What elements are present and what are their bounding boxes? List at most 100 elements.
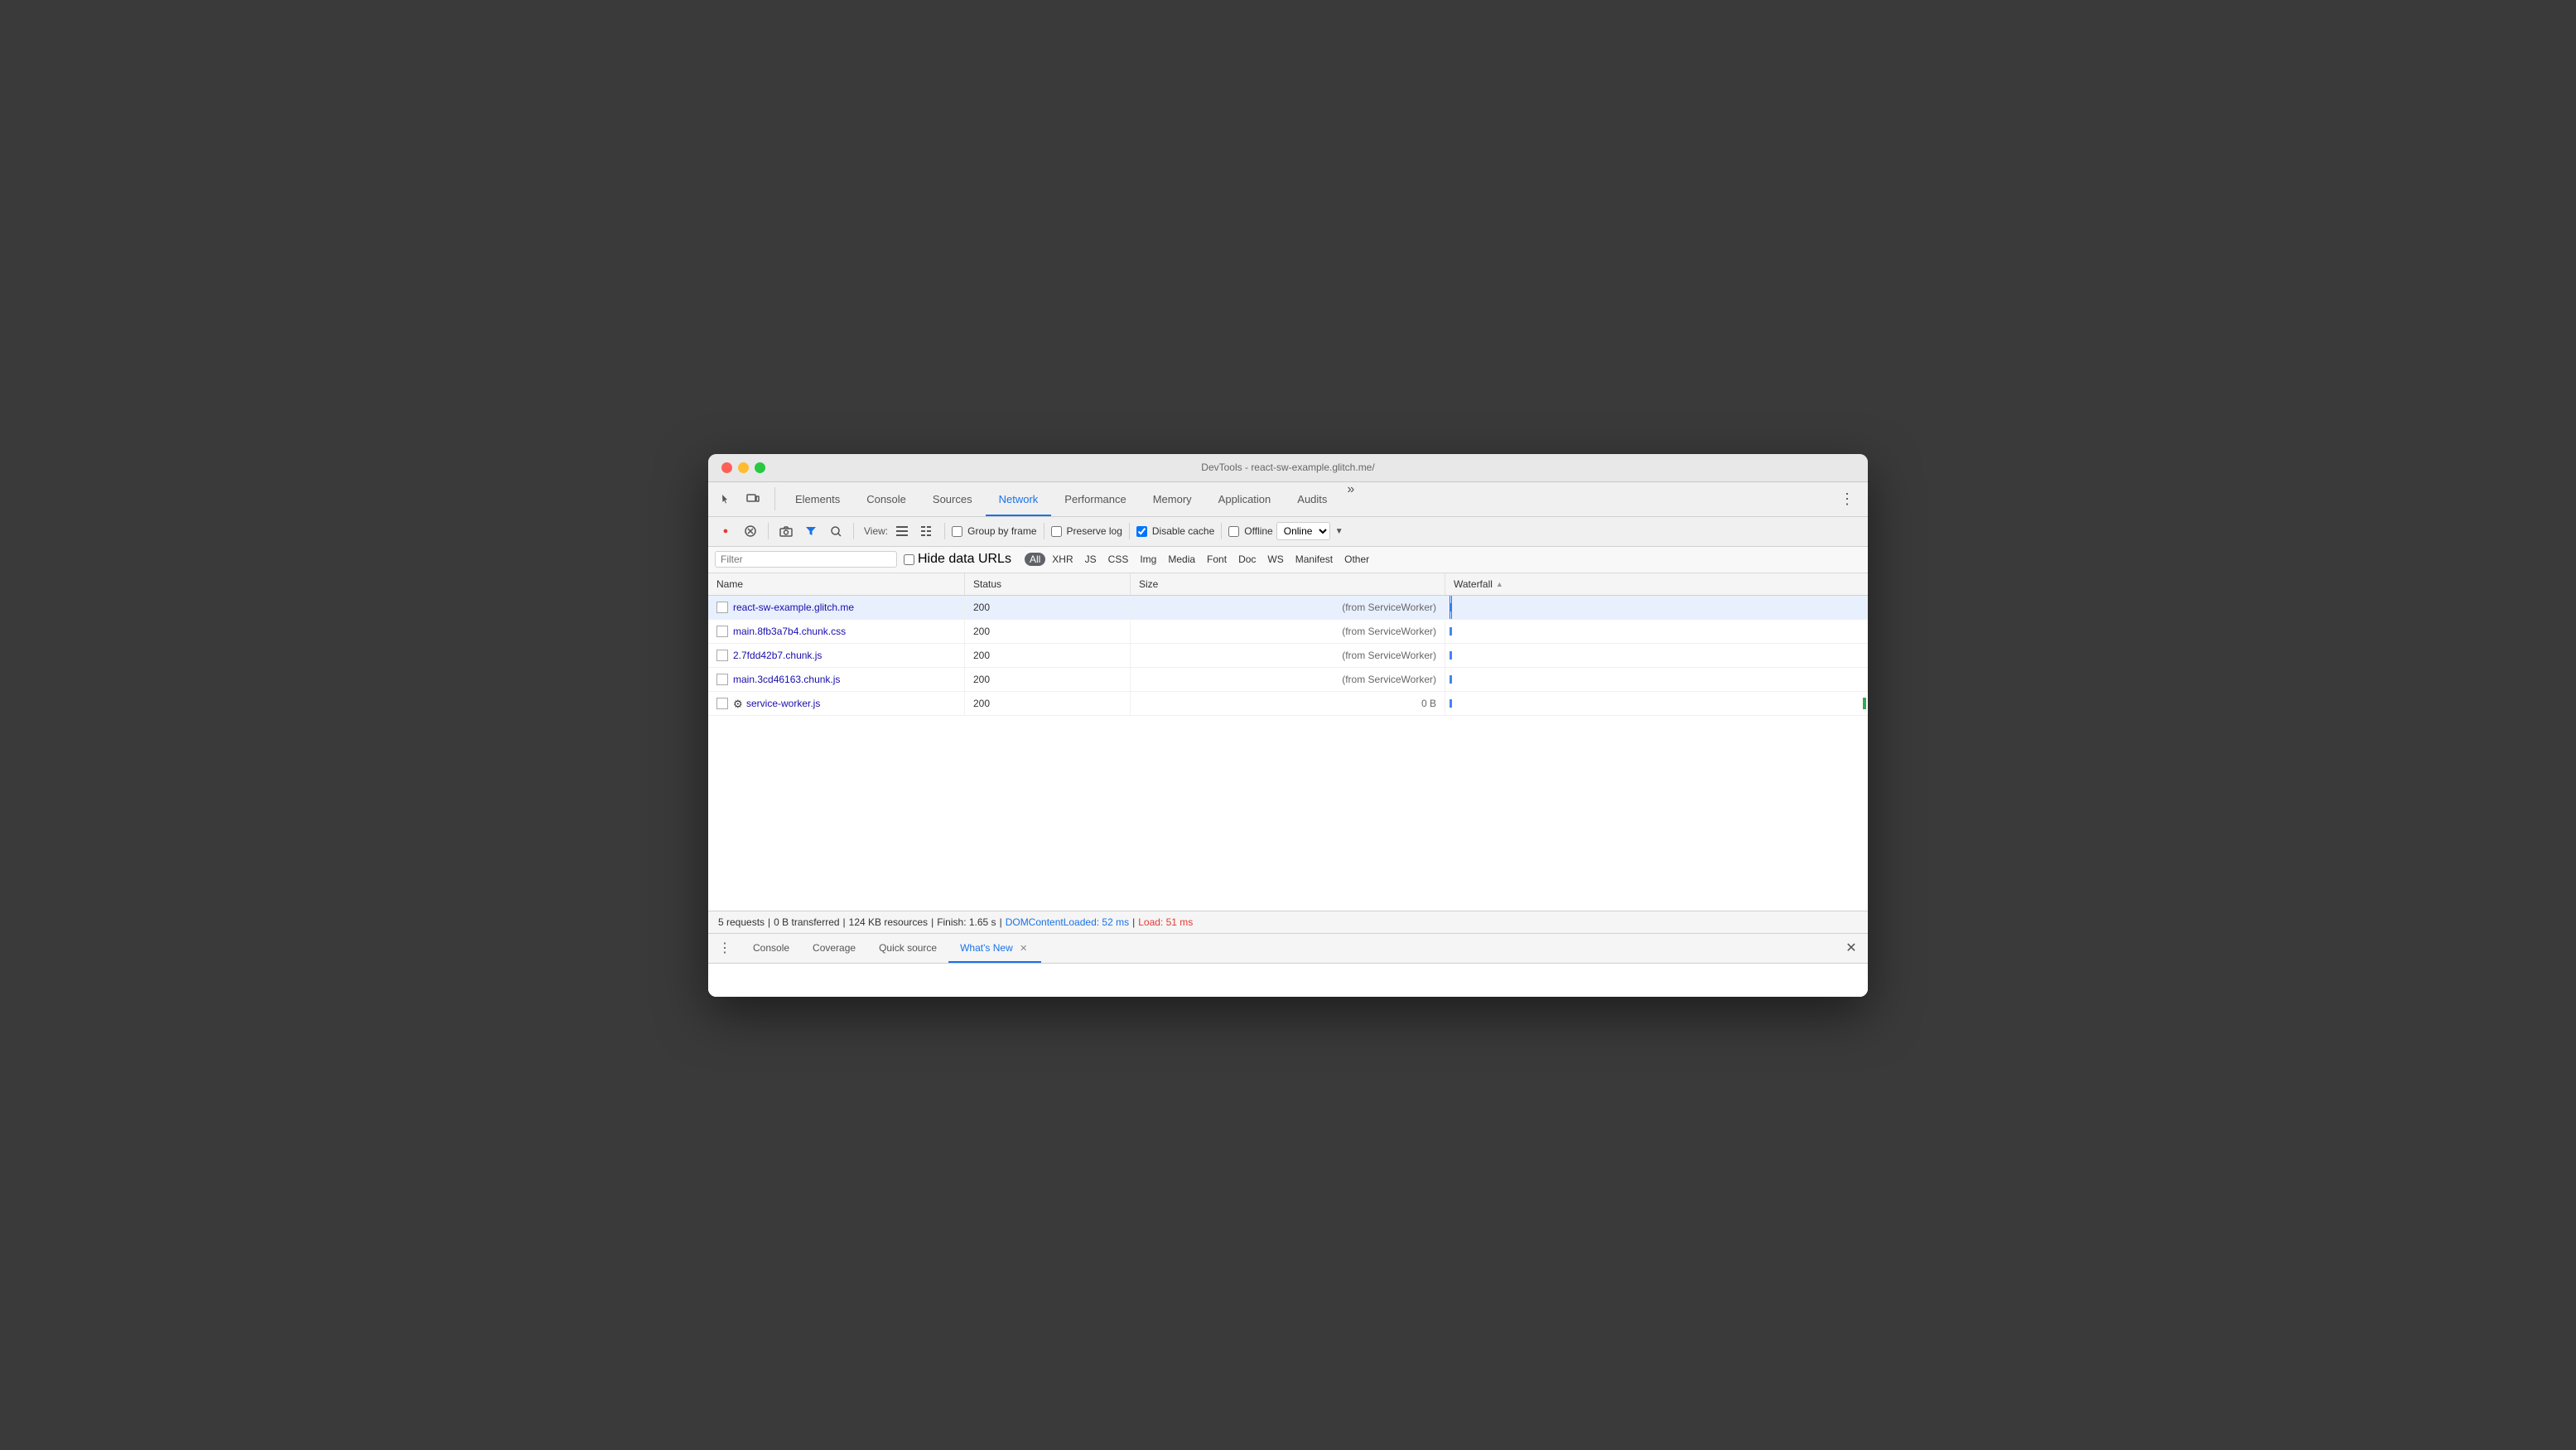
table-row[interactable]: main.8fb3a7b4.chunk.css 200 (from Servic… <box>708 620 1868 644</box>
cursor-icon-btn[interactable] <box>715 487 738 510</box>
devtools-body: Elements Console Sources Network Perform… <box>708 482 1868 997</box>
nav-tabs: Elements Console Sources Network Perform… <box>782 482 1833 516</box>
status-domcontent[interactable]: DOMContentLoaded: 52 ms <box>1006 916 1129 928</box>
filter-input-wrap <box>715 551 897 568</box>
header-size[interactable]: Size <box>1131 573 1445 595</box>
file-icon-1 <box>716 626 728 637</box>
tab-sources[interactable]: Sources <box>919 482 986 516</box>
list-view-button[interactable] <box>891 520 913 542</box>
filter-input[interactable] <box>721 553 891 565</box>
group-by-frame-checkbox[interactable] <box>952 526 962 537</box>
offline-checkbox[interactable] <box>1228 526 1239 537</box>
hide-data-urls-group: Hide data URLs <box>904 552 1011 567</box>
tab-performance[interactable]: Performance <box>1051 482 1139 516</box>
preserve-log-group: Preserve log <box>1051 525 1122 537</box>
tab-audits[interactable]: Audits <box>1284 482 1340 516</box>
offline-label[interactable]: Offline <box>1244 525 1272 537</box>
drawer-tab-console[interactable]: Console <box>741 934 801 963</box>
file-icon-2 <box>716 650 728 661</box>
traffic-lights <box>721 462 765 473</box>
toolbar-divider-3 <box>944 523 945 539</box>
device-icon-btn[interactable] <box>741 487 765 510</box>
tab-elements[interactable]: Elements <box>782 482 853 516</box>
throttle-select[interactable]: Online <box>1276 522 1330 540</box>
cell-size-2: (from ServiceWorker) <box>1131 644 1445 667</box>
cell-status-4: 200 <box>965 692 1131 715</box>
filter-type-xhr[interactable]: XHR <box>1047 553 1078 566</box>
throttle-dropdown-arrow: ▼ <box>1335 527 1343 536</box>
filter-types: All XHR JS CSS Img Media Font Doc WS Man… <box>1025 553 1861 566</box>
header-name[interactable]: Name <box>708 573 965 595</box>
minimize-button[interactable] <box>738 462 749 473</box>
file-icon-4 <box>716 698 728 709</box>
table-row[interactable]: ⚙ service-worker.js 200 0 B <box>708 692 1868 716</box>
nav-more-btn[interactable]: » <box>1340 482 1361 516</box>
filter-type-manifest[interactable]: Manifest <box>1290 553 1338 566</box>
camera-button[interactable] <box>775 520 797 542</box>
status-resources: 124 KB resources <box>849 916 928 928</box>
hide-data-urls-checkbox[interactable] <box>904 554 914 565</box>
waterfall-green-tick <box>1863 698 1866 709</box>
header-status[interactable]: Status <box>965 573 1131 595</box>
filter-type-all[interactable]: All <box>1025 553 1045 566</box>
offline-group: Offline <box>1228 525 1272 537</box>
filter-type-media[interactable]: Media <box>1163 553 1200 566</box>
tab-console[interactable]: Console <box>853 482 919 516</box>
drawer-tab-coverage[interactable]: Coverage <box>801 934 867 963</box>
toolbar-divider-6 <box>1221 523 1222 539</box>
drawer-menu-button[interactable]: ⋮ <box>715 938 735 958</box>
disable-cache-checkbox[interactable] <box>1136 526 1147 537</box>
cell-waterfall-2 <box>1445 644 1868 667</box>
cell-size-1: (from ServiceWorker) <box>1131 620 1445 643</box>
tab-application[interactable]: Application <box>1205 482 1285 516</box>
clear-button[interactable] <box>740 520 761 542</box>
waterfall-bar-1 <box>1450 627 1452 636</box>
drawer-content <box>708 964 1868 997</box>
cell-status-2: 200 <box>965 644 1131 667</box>
drawer-tab-close-icon[interactable]: ✕ <box>1018 942 1030 954</box>
cell-waterfall-3 <box>1445 668 1868 691</box>
filter-type-other[interactable]: Other <box>1339 553 1374 566</box>
filter-type-doc[interactable]: Doc <box>1233 553 1261 566</box>
filter-type-ws[interactable]: WS <box>1262 553 1288 566</box>
title-bar: DevTools - react-sw-example.glitch.me/ <box>708 454 1868 482</box>
toolbar-divider-1 <box>768 523 769 539</box>
filter-type-css[interactable]: CSS <box>1103 553 1134 566</box>
group-by-frame-label[interactable]: Group by frame <box>967 525 1036 537</box>
tab-memory[interactable]: Memory <box>1140 482 1205 516</box>
status-load[interactable]: Load: 51 ms <box>1138 916 1193 928</box>
cell-waterfall-0 <box>1445 596 1868 619</box>
filter-type-js[interactable]: JS <box>1080 553 1102 566</box>
waterfall-bar-3 <box>1450 675 1452 684</box>
preserve-log-checkbox[interactable] <box>1051 526 1062 537</box>
toolbar-divider-5 <box>1129 523 1130 539</box>
cell-status-1: 200 <box>965 620 1131 643</box>
header-waterfall[interactable]: Waterfall ▲ <box>1445 573 1868 595</box>
nav-menu-btn[interactable]: ⋮ <box>1833 491 1861 508</box>
search-button[interactable] <box>825 520 847 542</box>
table-row[interactable]: 2.7fdd42b7.chunk.js 200 (from ServiceWor… <box>708 644 1868 668</box>
table-body: react-sw-example.glitch.me 200 (from Ser… <box>708 596 1868 911</box>
tree-view-button[interactable] <box>916 520 938 542</box>
table-row[interactable]: main.3cd46163.chunk.js 200 (from Service… <box>708 668 1868 692</box>
tab-network[interactable]: Network <box>986 482 1052 516</box>
waterfall-bar-4 <box>1450 699 1452 708</box>
record-button[interactable]: ● <box>715 520 736 542</box>
maximize-button[interactable] <box>755 462 765 473</box>
filter-type-img[interactable]: Img <box>1135 553 1161 566</box>
filter-bar: Hide data URLs All XHR JS CSS Img Media … <box>708 547 1868 573</box>
filter-type-font[interactable]: Font <box>1202 553 1232 566</box>
file-icon-3 <box>716 674 728 685</box>
camera-icon <box>779 526 793 537</box>
filter-button[interactable] <box>800 520 822 542</box>
drawer-close-button[interactable]: ✕ <box>1841 938 1861 958</box>
table-row[interactable]: react-sw-example.glitch.me 200 (from Ser… <box>708 596 1868 620</box>
disable-cache-group: Disable cache <box>1136 525 1214 537</box>
drawer-tab-quick-source[interactable]: Quick source <box>867 934 948 963</box>
hide-data-urls-label[interactable]: Hide data URLs <box>918 552 1011 567</box>
preserve-log-label[interactable]: Preserve log <box>1067 525 1122 537</box>
disable-cache-label[interactable]: Disable cache <box>1152 525 1214 537</box>
close-button[interactable] <box>721 462 732 473</box>
drawer-tab-whats-new[interactable]: What's New ✕ <box>948 934 1041 963</box>
cell-size-3: (from ServiceWorker) <box>1131 668 1445 691</box>
